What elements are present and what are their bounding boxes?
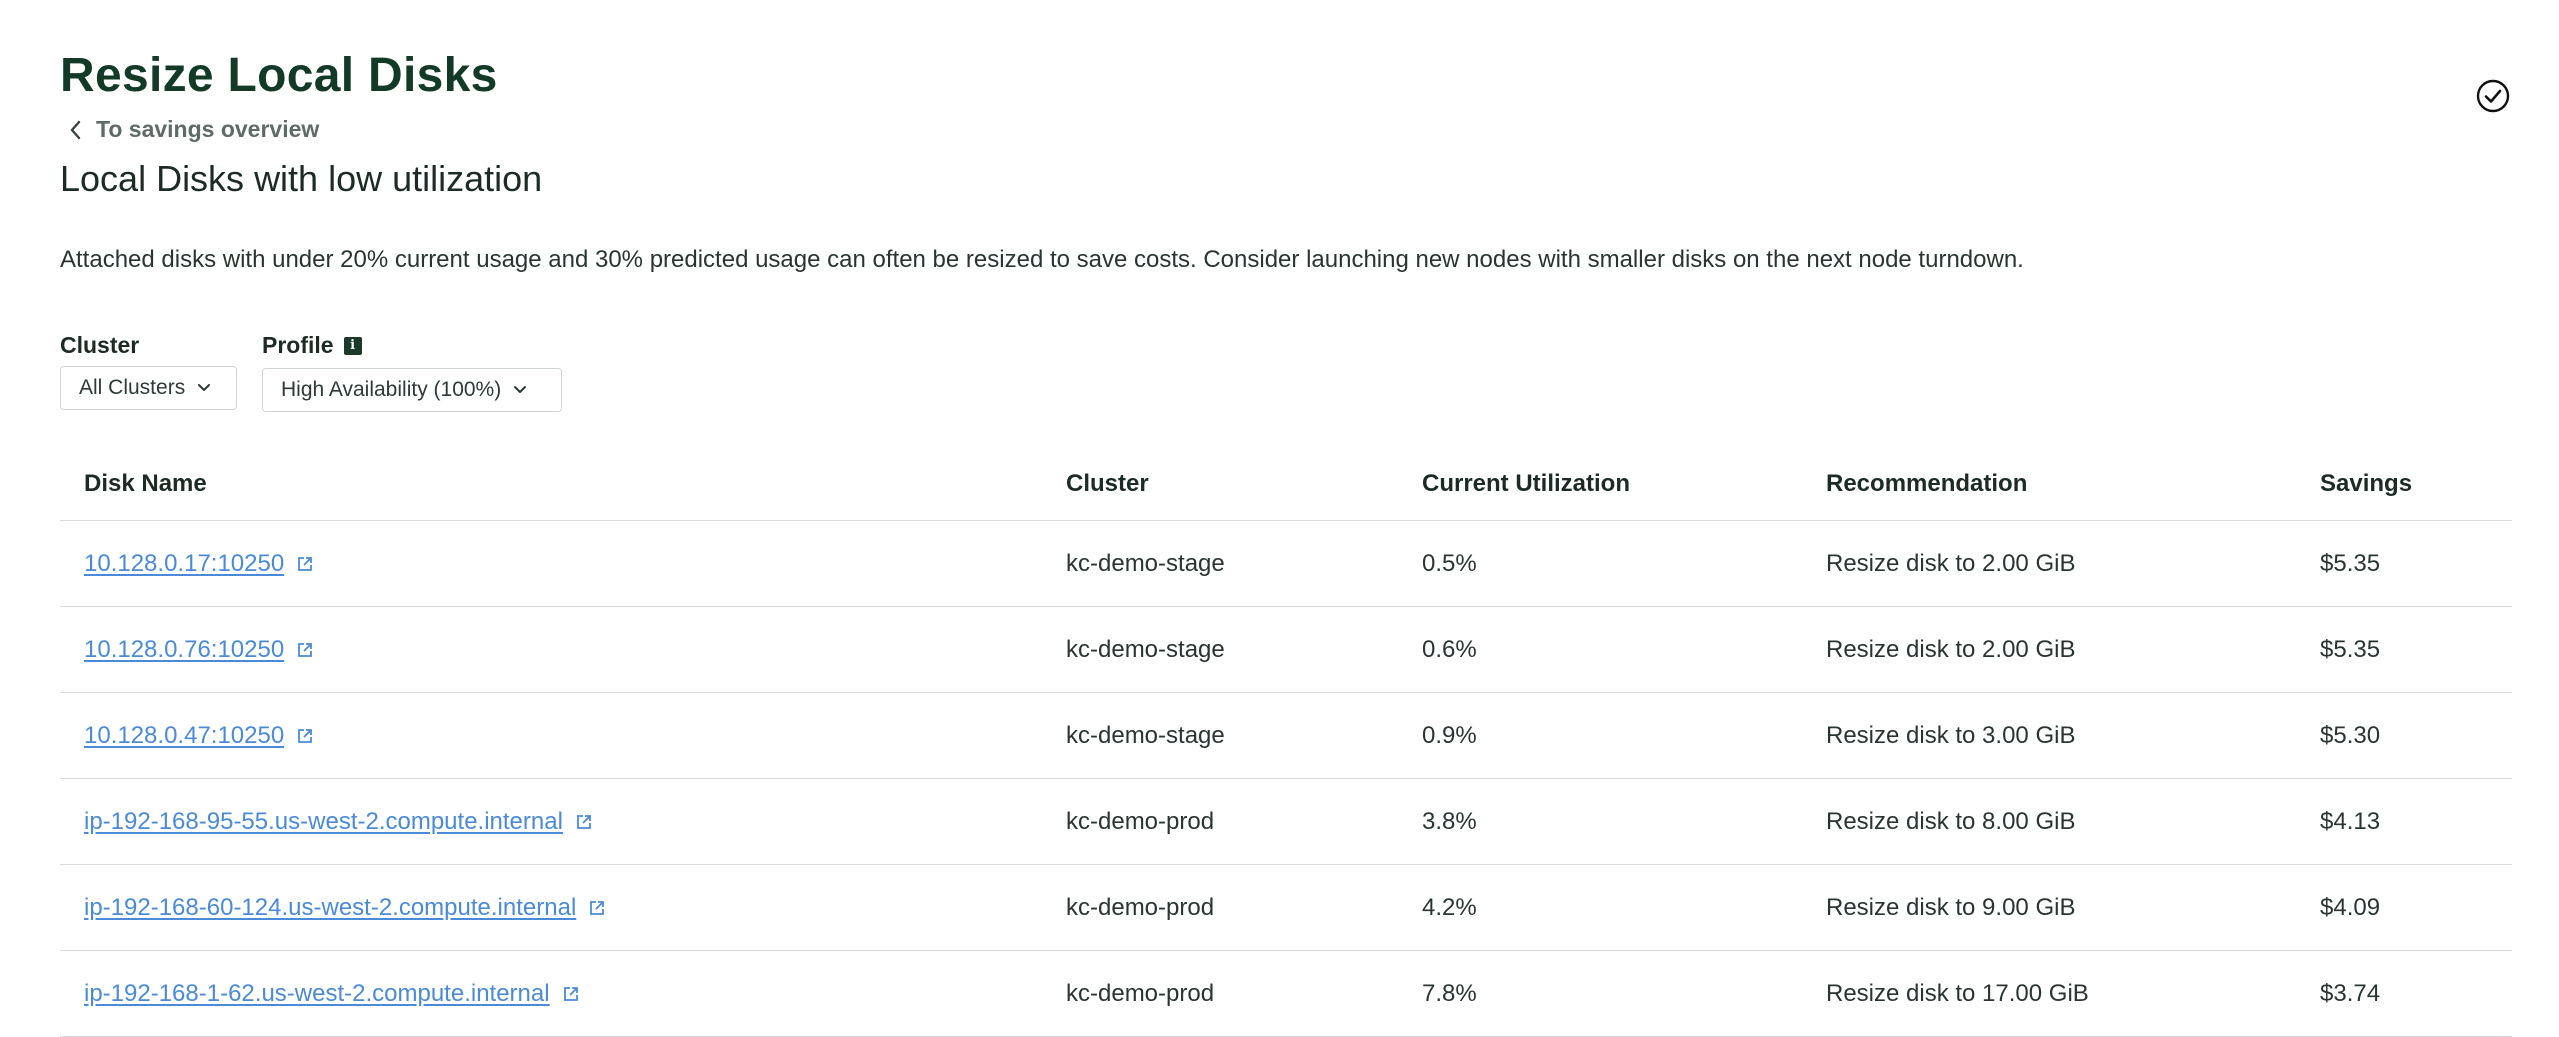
- disk-name-cell: 10.128.0.76:10250: [60, 606, 1042, 693]
- recommendation-cell: Resize disk to 2.00 GiB: [1802, 520, 2296, 607]
- external-link-icon[interactable]: [588, 899, 606, 917]
- check-circle-icon[interactable]: [2475, 78, 2511, 114]
- disk-name-cell: ip-192-168-1-62.us-west-2.compute.intern…: [60, 950, 1042, 1037]
- recommendation-cell: Resize disk to 8.00 GiB: [1802, 778, 2296, 865]
- disk-name-cell: 10.128.0.47:10250: [60, 692, 1042, 779]
- back-link-label: To savings overview: [96, 116, 320, 142]
- cluster-select[interactable]: All Clusters: [60, 366, 237, 410]
- disk-name-link[interactable]: 10.128.0.47:10250: [84, 722, 284, 749]
- table-row: ip-192-168-60-124.us-west-2.compute.inte…: [60, 864, 2512, 951]
- recommendation-cell: Resize disk to 9.00 GiB: [1802, 864, 2296, 951]
- profile-select-value: High Availability (100%): [281, 378, 502, 401]
- utilization-cell: 4.2%: [1398, 864, 1802, 951]
- profile-filter-label: Profile i: [262, 332, 362, 359]
- section-subtitle: Local Disks with low utilization: [60, 158, 543, 199]
- savings-cell: $5.35: [2296, 606, 2512, 693]
- savings-cell: $4.09: [2296, 864, 2512, 951]
- column-header-savings[interactable]: Savings: [2296, 448, 2512, 521]
- column-header-recommendation[interactable]: Recommendation: [1802, 448, 2296, 521]
- cluster-cell: kc-demo-stage: [1042, 606, 1398, 693]
- external-link-icon[interactable]: [296, 727, 314, 745]
- cluster-filter-label: Cluster: [60, 332, 139, 359]
- external-link-icon[interactable]: [296, 555, 314, 573]
- back-link[interactable]: To savings overview: [66, 116, 319, 143]
- disks-table: Disk Name Cluster Current Utilization Re…: [60, 448, 2512, 1037]
- chevron-down-icon: [198, 384, 211, 391]
- utilization-cell: 3.8%: [1398, 778, 1802, 865]
- disk-name-link[interactable]: ip-192-168-60-124.us-west-2.compute.inte…: [84, 894, 576, 921]
- utilization-cell: 0.6%: [1398, 606, 1802, 693]
- column-header-disk-name[interactable]: Disk Name: [60, 448, 1042, 521]
- utilization-cell: 7.8%: [1398, 950, 1802, 1037]
- savings-cell: $5.35: [2296, 520, 2512, 607]
- chevron-left-icon: [70, 120, 81, 139]
- disk-name-cell: ip-192-168-95-55.us-west-2.compute.inter…: [60, 778, 1042, 865]
- info-icon[interactable]: i: [343, 336, 362, 355]
- cluster-cell: kc-demo-prod: [1042, 778, 1398, 865]
- disk-name-link[interactable]: 10.128.0.17:10250: [84, 550, 284, 577]
- disk-name-link[interactable]: ip-192-168-1-62.us-west-2.compute.intern…: [84, 980, 550, 1007]
- disk-name-cell: 10.128.0.17:10250: [60, 520, 1042, 607]
- utilization-cell: 0.5%: [1398, 520, 1802, 607]
- cluster-select-value: All Clusters: [79, 376, 186, 399]
- recommendation-cell: Resize disk to 2.00 GiB: [1802, 606, 2296, 693]
- page-title: Resize Local Disks: [60, 49, 498, 102]
- cluster-cell: kc-demo-prod: [1042, 950, 1398, 1037]
- recommendation-cell: Resize disk to 17.00 GiB: [1802, 950, 2296, 1037]
- table-row: ip-192-168-95-55.us-west-2.compute.inter…: [60, 778, 2512, 865]
- cluster-cell: kc-demo-stage: [1042, 692, 1398, 779]
- section-description: Attached disks with under 20% current us…: [60, 246, 2024, 273]
- external-link-icon[interactable]: [575, 813, 593, 831]
- table-row: 10.128.0.47:10250 kc-demo-stage 0.9% Res…: [60, 692, 2512, 779]
- column-header-cluster[interactable]: Cluster: [1042, 448, 1398, 521]
- cluster-cell: kc-demo-prod: [1042, 864, 1398, 951]
- external-link-icon[interactable]: [562, 985, 580, 1003]
- cluster-filter-label-text: Cluster: [60, 332, 140, 358]
- savings-cell: $3.74: [2296, 950, 2512, 1037]
- savings-cell: $4.13: [2296, 778, 2512, 865]
- table-row: ip-192-168-1-62.us-west-2.compute.intern…: [60, 950, 2512, 1037]
- profile-filter-label-text: Profile: [262, 332, 334, 358]
- external-link-icon[interactable]: [296, 641, 314, 659]
- disk-name-cell: ip-192-168-60-124.us-west-2.compute.inte…: [60, 864, 1042, 951]
- column-header-current-utilization[interactable]: Current Utilization: [1398, 448, 1802, 521]
- page: Resize Local Disks To savings overview L…: [0, 0, 2559, 1037]
- chevron-down-icon: [514, 386, 527, 393]
- utilization-cell: 0.9%: [1398, 692, 1802, 779]
- disk-name-link[interactable]: ip-192-168-95-55.us-west-2.compute.inter…: [84, 808, 563, 835]
- table-header-row: Disk Name Cluster Current Utilization Re…: [60, 448, 2512, 521]
- table-row: 10.128.0.17:10250 kc-demo-stage 0.5% Res…: [60, 520, 2512, 607]
- savings-cell: $5.30: [2296, 692, 2512, 779]
- cluster-cell: kc-demo-stage: [1042, 520, 1398, 607]
- recommendation-cell: Resize disk to 3.00 GiB: [1802, 692, 2296, 779]
- disk-name-link[interactable]: 10.128.0.76:10250: [84, 636, 284, 663]
- profile-select[interactable]: High Availability (100%): [262, 368, 562, 412]
- table-row: 10.128.0.76:10250 kc-demo-stage 0.6% Res…: [60, 606, 2512, 693]
